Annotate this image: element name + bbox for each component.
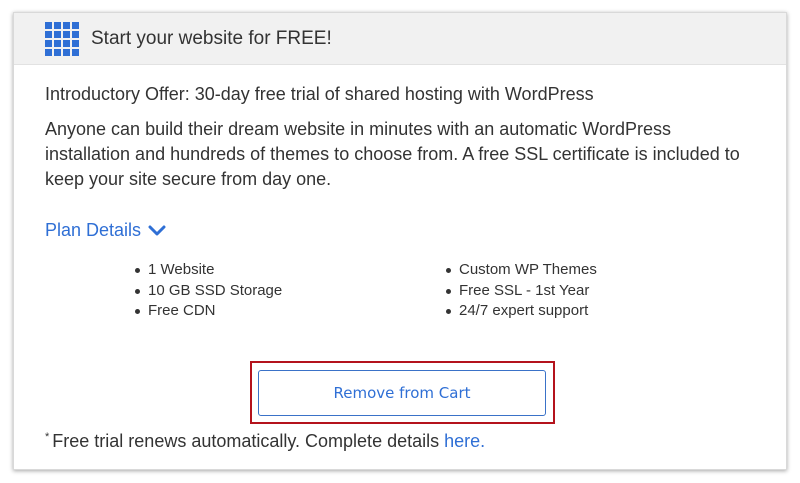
details-link[interactable]: here. [444, 431, 485, 451]
feature-item: Free SSL - 1st Year [444, 281, 755, 302]
feature-item: 10 GB SSD Storage [133, 281, 444, 302]
offer-card: Start your website for FREE! Introductor… [13, 12, 787, 470]
footnote: * Free trial renews automatically. Comple… [45, 431, 485, 452]
features-right-list: Custom WP Themes Free SSL - 1st Year 24/… [444, 260, 755, 322]
footnote-text: Free trial renews automatically. Complet… [52, 431, 445, 451]
card-body: Introductory Offer: 30-day free trial of… [14, 65, 786, 322]
feature-item: Free CDN [133, 301, 444, 322]
feature-item: 24/7 expert support [444, 301, 755, 322]
plan-details-toggle[interactable]: Plan Details [45, 220, 166, 241]
plan-features: 1 Website 10 GB SSD Storage Free CDN Cus… [45, 260, 755, 322]
card-header: Start your website for FREE! [14, 13, 786, 65]
footnote-marker: * [45, 431, 50, 443]
grid-icon [45, 21, 79, 56]
features-left-list: 1 Website 10 GB SSD Storage Free CDN [133, 260, 444, 322]
feature-item: 1 Website [133, 260, 444, 281]
offer-title: Introductory Offer: 30-day free trial of… [45, 84, 594, 104]
remove-from-cart-button[interactable]: Remove from Cart [258, 370, 546, 416]
feature-item: Custom WP Themes [444, 260, 755, 281]
offer-description: Anyone can build their dream website in … [45, 119, 740, 189]
plan-details-label: Plan Details [45, 220, 142, 240]
header-title: Start your website for FREE! [91, 27, 332, 49]
chevron-down-icon [148, 225, 166, 235]
